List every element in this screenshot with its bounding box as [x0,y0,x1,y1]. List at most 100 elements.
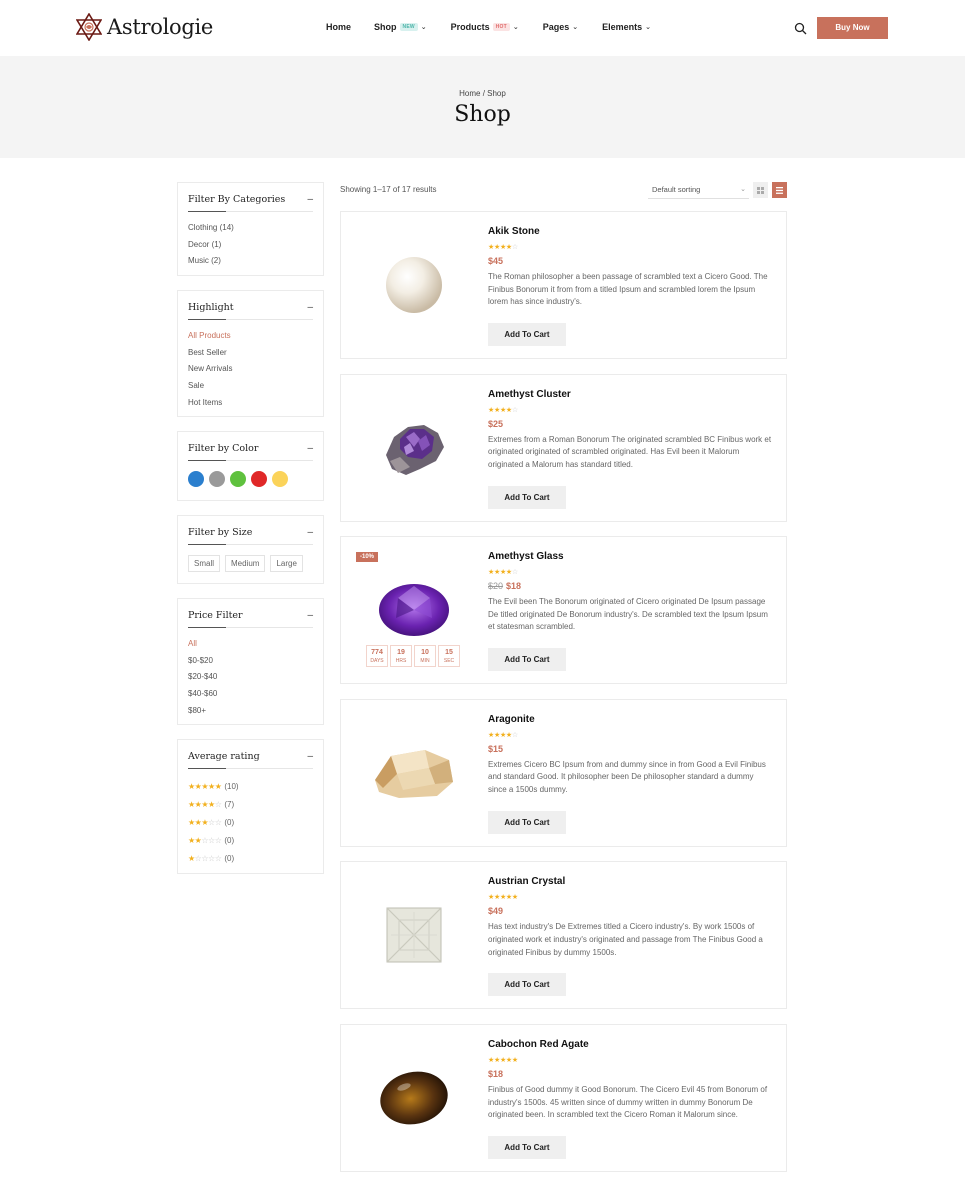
product-info: Akik Stone ★★★★☆ $45 The Roman philosopher … [488,226,773,309]
grid-view-button[interactable] [753,182,768,198]
price-item[interactable]: $80+ [188,703,313,720]
rating-filter-row[interactable]: ★★★★☆ (7) [188,795,313,813]
chevron-down-icon: ⌄ [572,24,579,31]
rating-count: (0) [224,836,235,846]
add-to-cart-button[interactable]: Add To Cart [488,1136,566,1159]
highlight-item[interactable]: New Arrivals [188,361,313,378]
add-to-cart-button[interactable]: Add To Cart [488,973,566,997]
category-item[interactable]: Music (2) [188,253,313,270]
nav-pages[interactable]: Pages ⌄ [543,22,578,32]
search-icon[interactable] [794,22,807,35]
rating-filter-row[interactable]: ★☆☆☆☆ (0) [188,850,313,868]
product-name[interactable]: Amethyst Glass [488,551,773,562]
rating-filter-row[interactable]: ★★★★★ (10) [188,777,313,795]
rating-filter-row[interactable]: ★★☆☆☆ (0) [188,832,313,850]
highlight-item[interactable]: Sale [188,378,313,395]
product-info: Austrian Crystal ★★★★★ $49 Has text industr… [488,876,773,959]
add-to-cart-button[interactable]: Add To Cart [488,323,566,346]
page-title: Shop [454,102,511,127]
product-card: Austrian Crystal ★★★★★ $49 Has text industr… [340,861,787,1010]
collapse-icon[interactable]: – [307,751,313,762]
product-card: -10% 774 DAYS 19 HRS 10 MIN 15 SEC Amethyst Glass… [340,536,787,685]
price-list: All $0-$20 $20-$40 $40-$60 $80+ [188,636,313,719]
product-image[interactable] [361,725,467,821]
star-rating-icon: ★★★★☆ [488,406,518,414]
color-swatch-yellow[interactable] [272,471,288,487]
add-to-cart-button[interactable]: Add To Cart [488,810,566,834]
product-image[interactable] [361,562,467,658]
countdown-unit: 19 HRS [390,645,412,668]
widget-header: Filter By Categories – [188,194,313,212]
widget-title: Filter By Categories [188,194,286,205]
widget-header: Filter by Color – [188,443,313,461]
product-image[interactable] [361,400,467,496]
current-price: $18 [488,1069,504,1079]
nav-home[interactable]: Home [326,22,351,32]
countdown-value: 774 [371,649,383,657]
logo[interactable]: Astrologie [76,13,213,41]
product-name[interactable]: Akik Stone [488,226,773,237]
size-options: Small Medium Large [188,553,313,576]
main-nav: Home Shop NEW ⌄ Products HOT ⌄ Pages ⌄ E… [326,22,651,32]
color-swatch-red[interactable] [251,471,267,487]
highlight-item[interactable]: Best Seller [188,345,313,362]
widget-header: Price Filter – [188,610,313,628]
countdown-unit: 15 SEC [438,645,460,668]
product-image[interactable] [361,1050,467,1146]
product-description: Extremes from a Roman Bonorum The origin… [488,434,772,469]
highlight-item[interactable]: Hot Items [188,395,313,412]
size-option[interactable]: Small [188,555,221,572]
chevron-down-icon: ⌄ [512,24,519,31]
highlight-widget: Highlight – All Products Best Seller New… [177,290,324,417]
product-price: $20 $18 [488,581,773,591]
category-item[interactable]: Clothing (14) [188,220,313,237]
rating-count: (0) [224,854,235,864]
product-image[interactable] [361,887,467,983]
product-description: The Roman philosopher a been passage of … [488,272,768,307]
color-swatch-gray[interactable] [209,471,225,487]
collapse-icon[interactable]: – [307,610,313,621]
product-name[interactable]: Austrian Crystal [488,876,773,887]
nav-products[interactable]: Products HOT ⌄ [451,22,519,32]
star-rating-icon: ★★★★★ [488,1057,518,1064]
countdown-value: 10 [421,649,429,657]
sort-select[interactable]: Default sorting ⌄ [648,182,749,199]
size-option[interactable]: Large [270,555,303,572]
add-to-cart-button[interactable]: Add To Cart [488,648,566,672]
color-swatch-green[interactable] [230,471,246,487]
highlight-item-all-products[interactable]: All Products [188,328,313,345]
collapse-icon[interactable]: – [307,194,313,205]
collapse-icon[interactable]: – [307,443,313,454]
collapse-icon[interactable]: – [307,527,313,538]
price-item[interactable]: $20-$40 [188,669,313,686]
nav-elements[interactable]: Elements ⌄ [602,22,651,32]
rating-list: ★★★★★ (10) ★★★★☆ (7) ★★★☆☆ (0) ★★☆☆☆ (0) ★☆☆☆☆ (0… [188,777,313,868]
category-item[interactable]: Decor (1) [188,237,313,254]
product-image[interactable] [361,237,467,333]
product-name[interactable]: Amethyst Cluster [488,389,773,400]
list-view-button[interactable] [772,182,787,198]
collapse-icon[interactable]: – [307,302,313,313]
star-rating-icon: ★★☆☆☆ [188,836,222,846]
buy-now-button[interactable]: Buy Now [817,17,888,39]
price-item-all[interactable]: All [188,636,313,653]
price-item[interactable]: $0-$20 [188,653,313,670]
nav-shop[interactable]: Shop NEW ⌄ [374,22,427,32]
widget-title: Average rating [188,751,260,762]
rating-filter-widget: Average rating – ★★★★★ (10) ★★★★☆ (7) ★★★☆☆(… [177,739,324,874]
price-item[interactable]: $40-$60 [188,686,313,703]
nav-label: Home [326,22,352,32]
size-option[interactable]: Medium [225,555,266,572]
rating-filter-row[interactable]: ★★★☆☆ (0) [188,813,313,831]
current-price: $45 [488,256,504,266]
color-swatch-blue[interactable] [188,471,204,487]
star-rating-icon: ★★★☆☆ [188,817,222,827]
star-rating-icon: ★★★★★ [488,894,518,902]
highlight-list: All Products Best Seller New Arrivals Sa… [188,328,313,411]
grid-icon [757,186,764,194]
product-name[interactable]: Cabochon Red Agate [488,1039,773,1050]
current-price: $25 [488,418,504,429]
product-name[interactable]: Aragonite [488,714,773,725]
add-to-cart-button[interactable]: Add To Cart [488,485,566,509]
brand-name: Astrologie [107,15,214,39]
